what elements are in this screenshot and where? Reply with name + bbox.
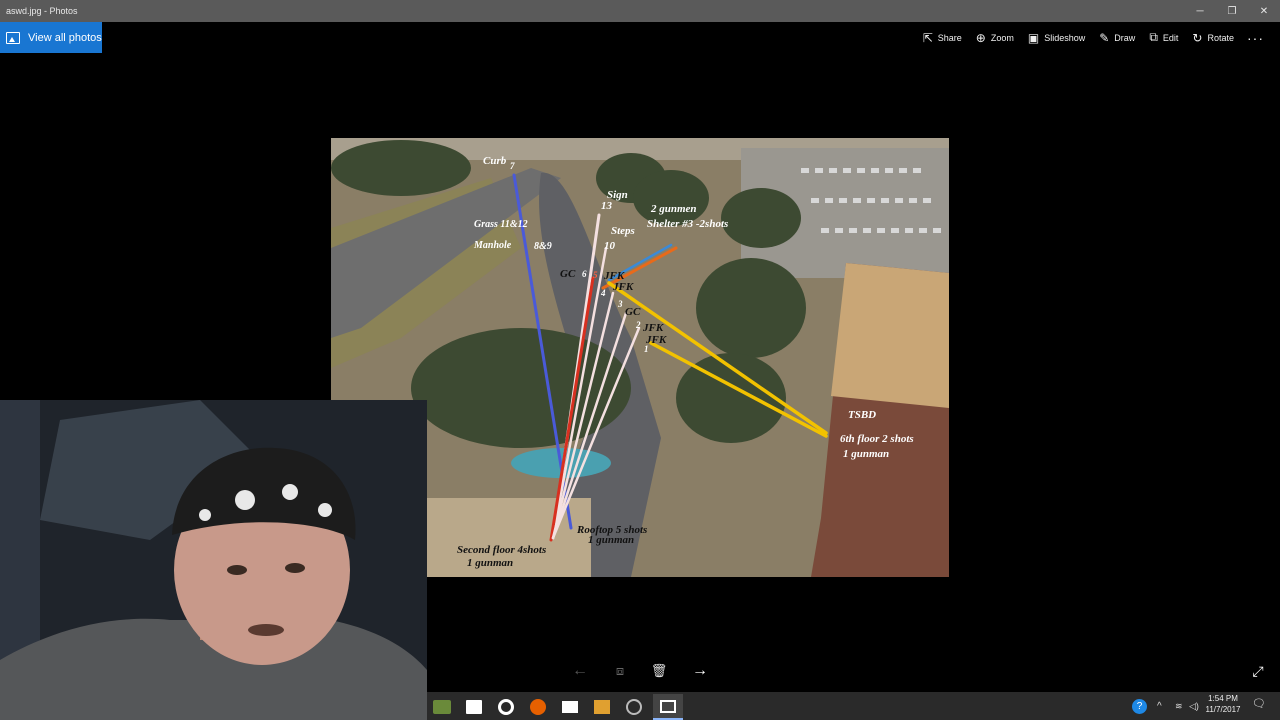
label-steps-num: 10	[604, 240, 616, 252]
clock-date: 11/7/2017	[1205, 705, 1241, 714]
label-num-6: 6	[582, 269, 587, 279]
globe-icon	[626, 699, 642, 715]
draw-label: Draw	[1114, 32, 1136, 43]
mouth	[248, 624, 284, 636]
label-num-5: 5	[593, 270, 598, 280]
rotate-label: Rotate	[1207, 32, 1234, 43]
taskbar-media[interactable]	[587, 694, 617, 720]
firefox-icon	[530, 699, 546, 715]
label-second-floor: Second floor 4shots	[457, 544, 546, 556]
fullscreen-button[interactable]: ⤢	[1248, 661, 1268, 681]
window-titlebar: aswd.jpg - Photos	[0, 0, 1280, 22]
tray-help[interactable]: ?	[1132, 692, 1147, 720]
label-num-4: 4	[600, 288, 606, 298]
media-icon	[594, 700, 610, 714]
taskbar-mail[interactable]	[555, 694, 585, 720]
webcam-overlay	[0, 400, 427, 720]
share-button[interactable]: ⇱ Share	[916, 22, 969, 53]
clock-time: 1:54 PM	[1208, 694, 1238, 703]
share-icon: ⇱	[922, 30, 933, 45]
label-num-2: 2	[635, 320, 641, 330]
label-grass: Grass 11&12	[474, 219, 528, 230]
notification-icon: 🗨	[1252, 698, 1266, 710]
right-eye	[285, 563, 305, 573]
slideshow-label: Slideshow	[1044, 32, 1086, 43]
network-icon: ≋	[1175, 700, 1183, 711]
tray-volume[interactable]: ◁)	[1189, 692, 1199, 720]
taskbar-photos[interactable]	[653, 694, 683, 720]
label-jfk-3: JFK	[642, 322, 664, 334]
label-num-3: 3	[617, 299, 623, 309]
taskbar-clock[interactable]: 1:54 PM 11/7/2017	[1200, 693, 1246, 715]
edit-icon: ⧉	[1149, 30, 1158, 44]
label-sign-num: 13	[601, 200, 613, 212]
label-num-1: 1	[644, 344, 649, 354]
label-sixth-floor: 6th floor 2 shots	[840, 433, 914, 445]
view-all-label: View all photos	[28, 31, 102, 44]
tray-chevron[interactable]: ^	[1157, 692, 1162, 720]
record-icon	[498, 699, 514, 715]
label-steps: Steps	[611, 225, 635, 237]
more-options-button[interactable]: ···	[1241, 22, 1270, 53]
label-rooftop-gunman: 1 gunman	[588, 534, 634, 546]
close-button[interactable]: ✕	[1248, 0, 1280, 22]
label-gc-1: GC	[560, 268, 576, 280]
label-curb-num: 7	[510, 161, 515, 171]
delete-button[interactable]: 🗑	[648, 660, 670, 682]
photos-appbar: View all photos ⇱ Share ⊕ Zoom ▣ Slidesh…	[0, 22, 1280, 53]
rotate-icon: ↻	[1192, 30, 1203, 45]
draw-icon: ✎	[1099, 30, 1110, 45]
maximize-button[interactable]: ❐	[1216, 0, 1248, 22]
zoom-button[interactable]: ⊕ Zoom	[969, 22, 1021, 53]
edit-label: Edit	[1162, 32, 1179, 43]
label-manhole-num: 8&9	[534, 241, 552, 252]
rotate-button[interactable]: ↻ Rotate	[1185, 22, 1241, 53]
minimize-button[interactable]: ─	[1184, 0, 1216, 22]
taskbar-store[interactable]	[459, 694, 489, 720]
webcam-feed	[0, 400, 427, 720]
app-green-icon	[433, 700, 451, 714]
label-sixth-gunman: 1 gunman	[843, 448, 889, 460]
next-photo-button[interactable]: →	[689, 660, 711, 682]
slideshow-button[interactable]: ▣ Slideshow	[1021, 22, 1092, 53]
label-gunmen: 2 gunmen	[650, 203, 697, 215]
taskbar-obs[interactable]	[491, 694, 521, 720]
taskbar: ? ^ ≋ ◁)	[427, 692, 1280, 720]
share-label: Share	[937, 32, 962, 43]
label-jfk-2: JFK	[612, 281, 634, 293]
zoom-icon: ⊕	[975, 30, 986, 45]
filmstrip-button[interactable]: ⧈	[609, 660, 631, 682]
window-title: aswd.jpg - Photos	[6, 6, 78, 16]
help-icon: ?	[1132, 698, 1147, 714]
photo-toolbar: ⇱ Share ⊕ Zoom ▣ Slideshow ✎ Draw ⧉ Edit…	[916, 22, 1270, 53]
photo-icon	[6, 31, 20, 44]
previous-photo-button[interactable]: ←	[569, 660, 591, 682]
view-all-photos-button[interactable]: View all photos	[0, 22, 102, 53]
volume-icon: ◁)	[1189, 700, 1199, 711]
taskbar-app-icon-1[interactable]	[427, 694, 457, 720]
notification-button[interactable]: 🗨	[1252, 697, 1268, 715]
photos-icon	[660, 699, 676, 713]
mail-icon	[562, 701, 578, 713]
label-manhole: Manhole	[473, 240, 512, 251]
taskbar-firefox[interactable]	[523, 694, 553, 720]
label-second-gunman: 1 gunman	[467, 557, 513, 569]
label-tsbd: TSBD	[848, 409, 876, 421]
draw-button[interactable]: ✎ Draw	[1092, 22, 1142, 53]
store-icon	[466, 700, 482, 714]
label-gc-2: GC	[625, 306, 641, 318]
zoom-label: Zoom	[990, 32, 1014, 43]
taskbar-app-icon-7[interactable]	[619, 694, 649, 720]
left-eye	[227, 565, 247, 575]
edit-button[interactable]: ⧉ Edit	[1142, 22, 1185, 53]
label-curb: Curb	[483, 155, 507, 167]
label-shelter: Shelter #3 -2shots	[647, 218, 728, 230]
tsbd-roof	[831, 263, 949, 408]
tray-network[interactable]: ≋	[1175, 692, 1183, 720]
slideshow-icon: ▣	[1027, 30, 1040, 45]
